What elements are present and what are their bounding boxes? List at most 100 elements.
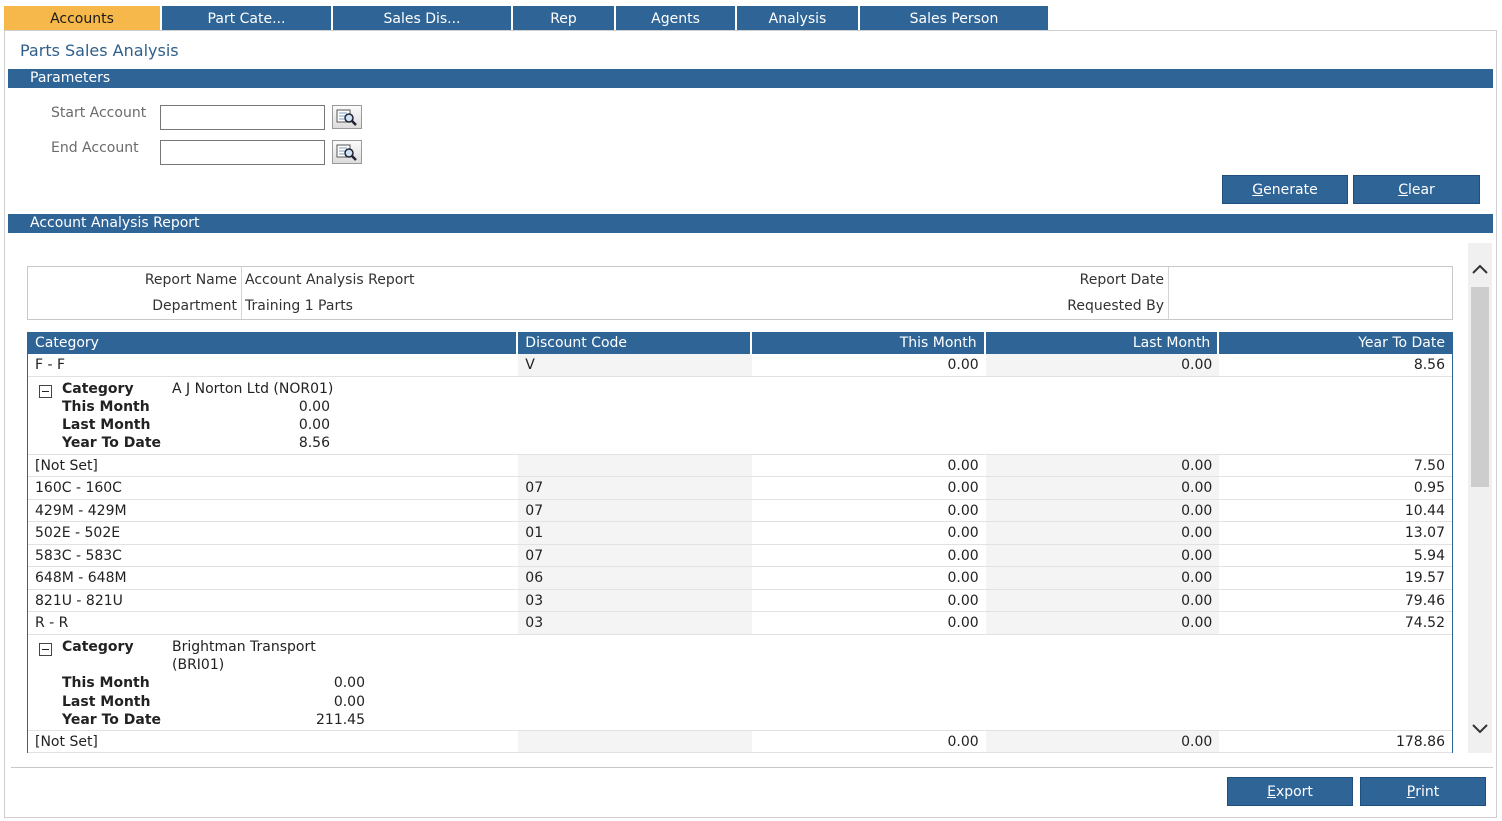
tab-sales-person[interactable]: Sales Person [860,6,1048,31]
lookup-search-icon [336,144,357,161]
cell-last-month: 0.00 [985,544,1220,566]
start-account-lookup-button[interactable] [332,105,362,129]
table-row: 160C - 160C 07 0.00 0.00 0.95 [28,477,1452,500]
cell-ytd: 19.57 [1404,570,1445,586]
cell-category: 429M - 429M [35,502,127,519]
table-row: 821U - 821U 03 0.00 0.00 79.46 [28,589,1452,612]
export-label: xport [1275,783,1313,800]
col-this-month[interactable]: This Month [752,332,986,354]
cell-category: R - R [35,615,69,631]
cell-last-month: 0.00 [985,730,1220,752]
group-ytd-value: 211.45 [316,711,365,728]
start-account-input[interactable] [160,105,325,130]
cell-last-month: 0.00 [985,354,1220,376]
cell-discount: 07 [518,544,752,566]
cell-last-month: 0.00 [985,499,1220,521]
cell-ytd: 8.56 [1413,357,1445,373]
report-header: Account Analysis Report [8,214,1493,233]
group-last-month-value: 0.00 [298,416,330,433]
cell-last-month: 0.00 [985,477,1220,499]
cell-this-month: 0.00 [947,525,979,541]
cell-discount: 03 [518,612,752,634]
cell-this-month: 0.00 [947,570,979,586]
scroll-down-icon[interactable] [1472,721,1488,737]
group-category-label: Category [62,380,134,397]
clear-button[interactable]: Clear [1353,175,1480,204]
info-divider [241,267,242,319]
generate-accel: G [1252,181,1264,198]
table-row: [Not Set] 0.00 0.00 178.86 [28,730,1452,753]
col-discount-code[interactable]: Discount Code [518,332,752,354]
department-value: Training 1 Parts [245,298,353,314]
cell-last-month: 0.00 [985,589,1220,611]
group-this-month-value: 0.00 [333,674,365,691]
table-row: 502E - 502E 01 0.00 0.00 13.07 [28,522,1452,545]
scrollbar-thumb[interactable] [1471,287,1489,487]
generate-label: enerate [1263,181,1318,198]
cell-category: 160C - 160C [35,480,122,496]
cell-last-month: 0.00 [985,454,1220,476]
tab-analysis[interactable]: Analysis [737,6,858,31]
info-divider [1168,267,1169,319]
group-this-month-value: 0.00 [298,398,330,415]
parameters-header: Parameters [8,69,1493,88]
cell-discount [518,730,752,752]
col-year-to-date[interactable]: Year To Date [1219,332,1452,354]
cell-ytd: 79.46 [1404,592,1445,609]
cell-this-month: 0.00 [947,480,979,496]
cell-discount: 07 [518,477,752,499]
group-category-value: A J Norton Ltd (NOR01) [172,380,334,397]
group-this-month-label: This Month [62,398,150,415]
collapse-icon[interactable] [39,642,52,656]
cell-ytd: 5.94 [1413,547,1445,564]
print-label: rint [1415,783,1440,800]
cell-category: F - F [35,357,66,373]
clear-accel: C [1398,181,1408,198]
export-button[interactable]: Export [1227,777,1353,806]
report-info-box: Report Name Account Analysis Report Depa… [27,266,1453,320]
cell-category: [Not Set] [35,733,98,750]
print-button[interactable]: Print [1360,777,1486,806]
group-last-month-value: 0.00 [333,693,365,710]
table-row: R - R 03 0.00 0.00 74.52 [28,612,1452,635]
tab-rep[interactable]: Rep [513,6,614,31]
cell-discount: V [518,354,752,376]
group-category-value: Brightman Transport [172,638,316,655]
report-scrollbar[interactable] [1468,243,1492,753]
report-name-label: Report Name [144,272,237,288]
col-last-month[interactable]: Last Month [986,332,1220,354]
cell-discount: 03 [518,589,752,611]
cell-category: [Not Set] [35,457,98,474]
generate-button[interactable]: Generate [1222,175,1348,204]
collapse-icon[interactable] [39,384,52,398]
group-category-value-code: (BRI01) [172,656,225,673]
group-ytd-label: Year To Date [62,711,162,728]
cell-this-month: 0.00 [947,547,979,564]
cell-category: 583C - 583C [35,547,122,564]
group-ytd-label: Year To Date [62,434,162,451]
group-ytd-value: 8.56 [298,434,330,451]
cell-last-month: 0.00 [985,612,1220,634]
scroll-up-icon[interactable] [1472,261,1488,277]
table-row: 429M - 429M 07 0.00 0.00 10.44 [28,499,1452,522]
end-account-lookup-button[interactable] [332,140,362,164]
cell-ytd: 7.50 [1413,457,1445,474]
tab-sales-discount[interactable]: Sales Dis... [333,6,511,31]
export-accel: E [1267,783,1276,800]
cell-this-month: 0.00 [947,615,979,631]
end-account-input[interactable] [160,140,325,165]
footer-divider [11,767,1493,768]
col-category[interactable]: Category [28,332,519,354]
tab-accounts[interactable]: Accounts [4,6,160,31]
cell-last-month: 0.00 [985,567,1220,589]
cell-category: 648M - 648M [35,570,127,586]
cell-this-month: 0.00 [947,592,979,609]
group-summary-nor01: Category A J Norton Ltd (NOR01) This Mon… [28,377,1452,455]
lookup-search-icon [336,109,357,126]
group-this-month-label: This Month [62,674,150,691]
tab-agents[interactable]: Agents [616,6,735,31]
main-panel: Parts Sales Analysis Parameters Start Ac… [4,30,1497,818]
report-viewer[interactable]: Report Name Account Analysis Report Depa… [8,243,1493,766]
tab-part-category[interactable]: Part Cate... [162,6,331,31]
cell-this-month: 0.00 [947,733,979,750]
